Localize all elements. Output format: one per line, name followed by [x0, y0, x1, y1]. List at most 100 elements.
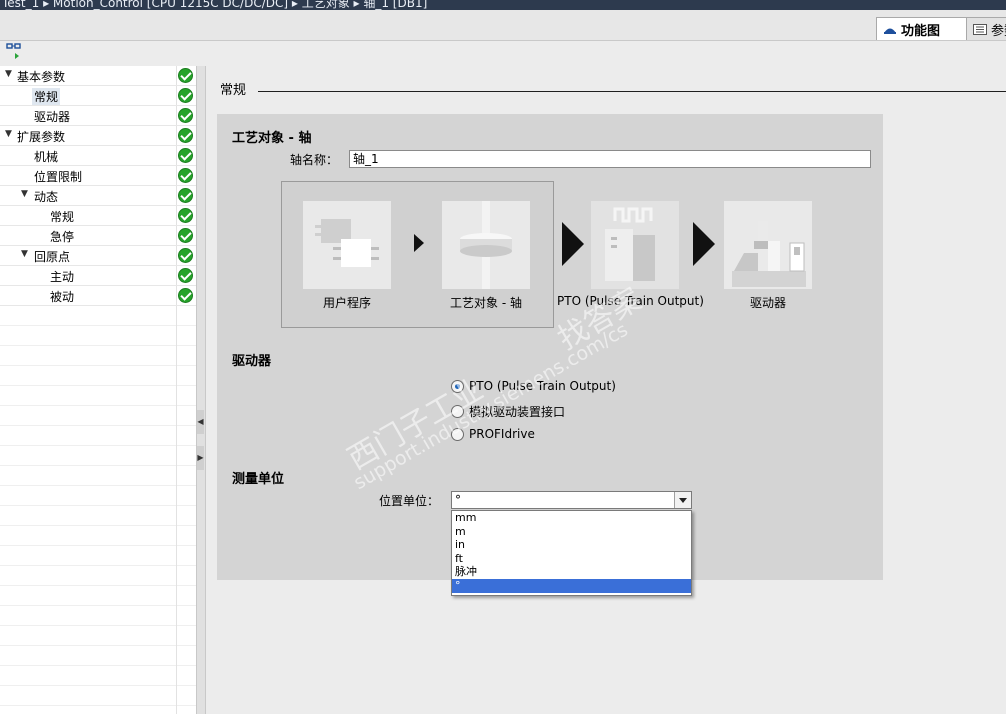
axis-object-icon[interactable] — [442, 201, 530, 289]
collapse-left-arrow-icon[interactable]: ◀ — [197, 410, 204, 434]
arrow-right-large-icon — [693, 222, 715, 266]
pane-splitter[interactable]: ◀ ▶ — [197, 66, 206, 714]
section-title: 常规 — [220, 83, 247, 98]
check-ok-icon — [178, 268, 193, 283]
user-program-icon[interactable] — [303, 201, 391, 289]
check-ok-icon — [178, 88, 193, 103]
check-ok-icon — [178, 288, 193, 303]
tree-item-label: 急停 — [50, 230, 75, 244]
position-unit-label: 位置单位： — [379, 494, 440, 508]
axis-name-input[interactable]: 轴_1 — [349, 150, 871, 168]
radio-profidrive-label: PROFIdrive — [469, 427, 535, 441]
check-ok-icon — [178, 228, 193, 243]
tree-item-dynamics-general[interactable]: 常规 — [0, 206, 196, 226]
tree-item-emergency-stop[interactable]: 急停 — [0, 226, 196, 246]
pto-caption: PTO (Pulse Train Output) — [557, 294, 704, 308]
check-ok-icon — [178, 108, 193, 123]
tree-item-label: 位置限制 — [34, 170, 83, 184]
tree-empty-row — [0, 566, 196, 586]
tab-function-view[interactable]: 功能图 — [876, 17, 974, 40]
tree-empty-row — [0, 606, 196, 626]
expand-right-arrow-icon[interactable]: ▶ — [197, 446, 204, 470]
tree-item-position-limits[interactable]: 位置限制 — [0, 166, 196, 186]
drive-icon[interactable] — [724, 201, 812, 289]
tree-item-homing[interactable]: ▼ 回原点 — [0, 246, 196, 266]
pto-pulse-icon[interactable] — [591, 201, 679, 289]
tree-empty-row — [0, 426, 196, 446]
function-view-icon — [884, 28, 896, 34]
check-ok-icon — [178, 148, 193, 163]
unit-option-in[interactable]: in — [452, 538, 691, 552]
chevron-down-icon[interactable] — [674, 492, 691, 508]
measurement-units-heading: 测量单位 — [232, 472, 285, 487]
axis-object-caption: 工艺对象 - 轴 — [450, 296, 522, 310]
tree-item-mechanics[interactable]: 机械 — [0, 146, 196, 166]
tree-item-label: 常规 — [50, 210, 75, 224]
tree-empty-row — [0, 526, 196, 546]
tab-function-view-label: 功能图 — [901, 23, 941, 39]
expand-arrow-icon[interactable]: ▼ — [21, 189, 28, 199]
network-view-icon[interactable] — [6, 42, 24, 60]
drive-heading: 驱动器 — [232, 354, 272, 369]
technology-object-heading: 工艺对象 - 轴 — [232, 131, 312, 146]
radio-analog-drive-label: 模拟驱动装置接口 — [469, 405, 566, 419]
radio-analog-drive-indicator[interactable] — [451, 405, 464, 418]
unit-option-pulse[interactable]: 脉冲 — [452, 565, 691, 579]
expand-arrow-icon[interactable]: ▼ — [5, 69, 12, 79]
expand-arrow-icon[interactable]: ▼ — [5, 129, 12, 139]
arrow-right-icon — [414, 234, 424, 252]
radio-pto[interactable]: PTO (Pulse Train Output) — [451, 379, 616, 393]
tree-item-label: 回原点 — [34, 250, 71, 264]
tree-item-label: 基本参数 — [17, 70, 66, 84]
tree-empty-row — [0, 706, 196, 714]
tree-item-dynamics[interactable]: ▼ 动态 — [0, 186, 196, 206]
unit-option-ft[interactable]: ft — [452, 552, 691, 566]
check-ok-icon — [178, 168, 193, 183]
arrow-right-large-icon — [562, 222, 584, 266]
radio-profidrive-indicator[interactable] — [451, 427, 464, 441]
parameter-tree: ▼ 基本参数 常规 驱动器 ▼ 扩展参数 机械 位置限制 ▼ 动态 常规 急停 … — [0, 66, 197, 714]
tree-empty-row — [0, 366, 196, 386]
radio-profidrive[interactable]: PROFIdrive — [451, 427, 535, 441]
check-ok-icon — [178, 68, 193, 83]
position-unit-value: ° — [455, 493, 461, 507]
radio-pto-indicator[interactable] — [451, 379, 464, 393]
tree-empty-row — [0, 646, 196, 666]
tree-empty-row — [0, 686, 196, 706]
tree-empty-row — [0, 326, 196, 346]
check-ok-icon — [178, 208, 193, 223]
view-tab-strip: 功能图 参数 — [0, 10, 1006, 41]
tree-empty-row — [0, 406, 196, 426]
tree-item-label: 主动 — [50, 270, 75, 284]
unit-option-m[interactable]: m — [452, 525, 691, 539]
position-unit-dropdown-list: mm m in ft 脉冲 ° — [451, 510, 692, 596]
unit-option-degree[interactable]: ° — [452, 578, 691, 593]
radio-analog-drive[interactable]: 模拟驱动装置接口 — [451, 403, 565, 420]
tree-empty-row — [0, 626, 196, 646]
tree-item-active-homing[interactable]: 主动 — [0, 266, 196, 286]
tree-item-general[interactable]: 常规 — [0, 86, 196, 106]
drive-caption: 驱动器 — [749, 296, 786, 310]
position-unit-select[interactable]: ° — [451, 491, 692, 509]
parameter-view-icon — [973, 23, 987, 35]
title-bar: Test_1 ▸ Motion_Control [CPU 1215C DC/DC… — [0, 0, 1006, 10]
tree-empty-row — [0, 666, 196, 686]
unit-option-mm[interactable]: mm — [452, 511, 691, 525]
tree-item-basic-params[interactable]: ▼ 基本参数 — [0, 66, 196, 86]
tree-empty-row — [0, 386, 196, 406]
section-divider — [258, 91, 1006, 92]
tree-item-drive[interactable]: 驱动器 — [0, 106, 196, 126]
tree-item-label: 扩展参数 — [17, 130, 66, 144]
tree-item-passive-homing[interactable]: 被动 — [0, 286, 196, 306]
breadcrumb: Test_1 ▸ Motion_Control [CPU 1215C DC/DC… — [2, 0, 428, 10]
tree-item-label: 机械 — [34, 150, 59, 164]
tree-item-extended-params[interactable]: ▼ 扩展参数 — [0, 126, 196, 146]
check-ok-icon — [178, 248, 193, 263]
check-ok-icon — [178, 128, 193, 143]
tab-parameter-view[interactable]: 参数 — [966, 17, 1006, 40]
tree-item-label: 常规 — [32, 88, 61, 105]
tree-empty-row — [0, 306, 196, 326]
tree-empty-row — [0, 506, 196, 526]
tree-empty-row — [0, 446, 196, 466]
expand-arrow-icon[interactable]: ▼ — [21, 249, 28, 259]
